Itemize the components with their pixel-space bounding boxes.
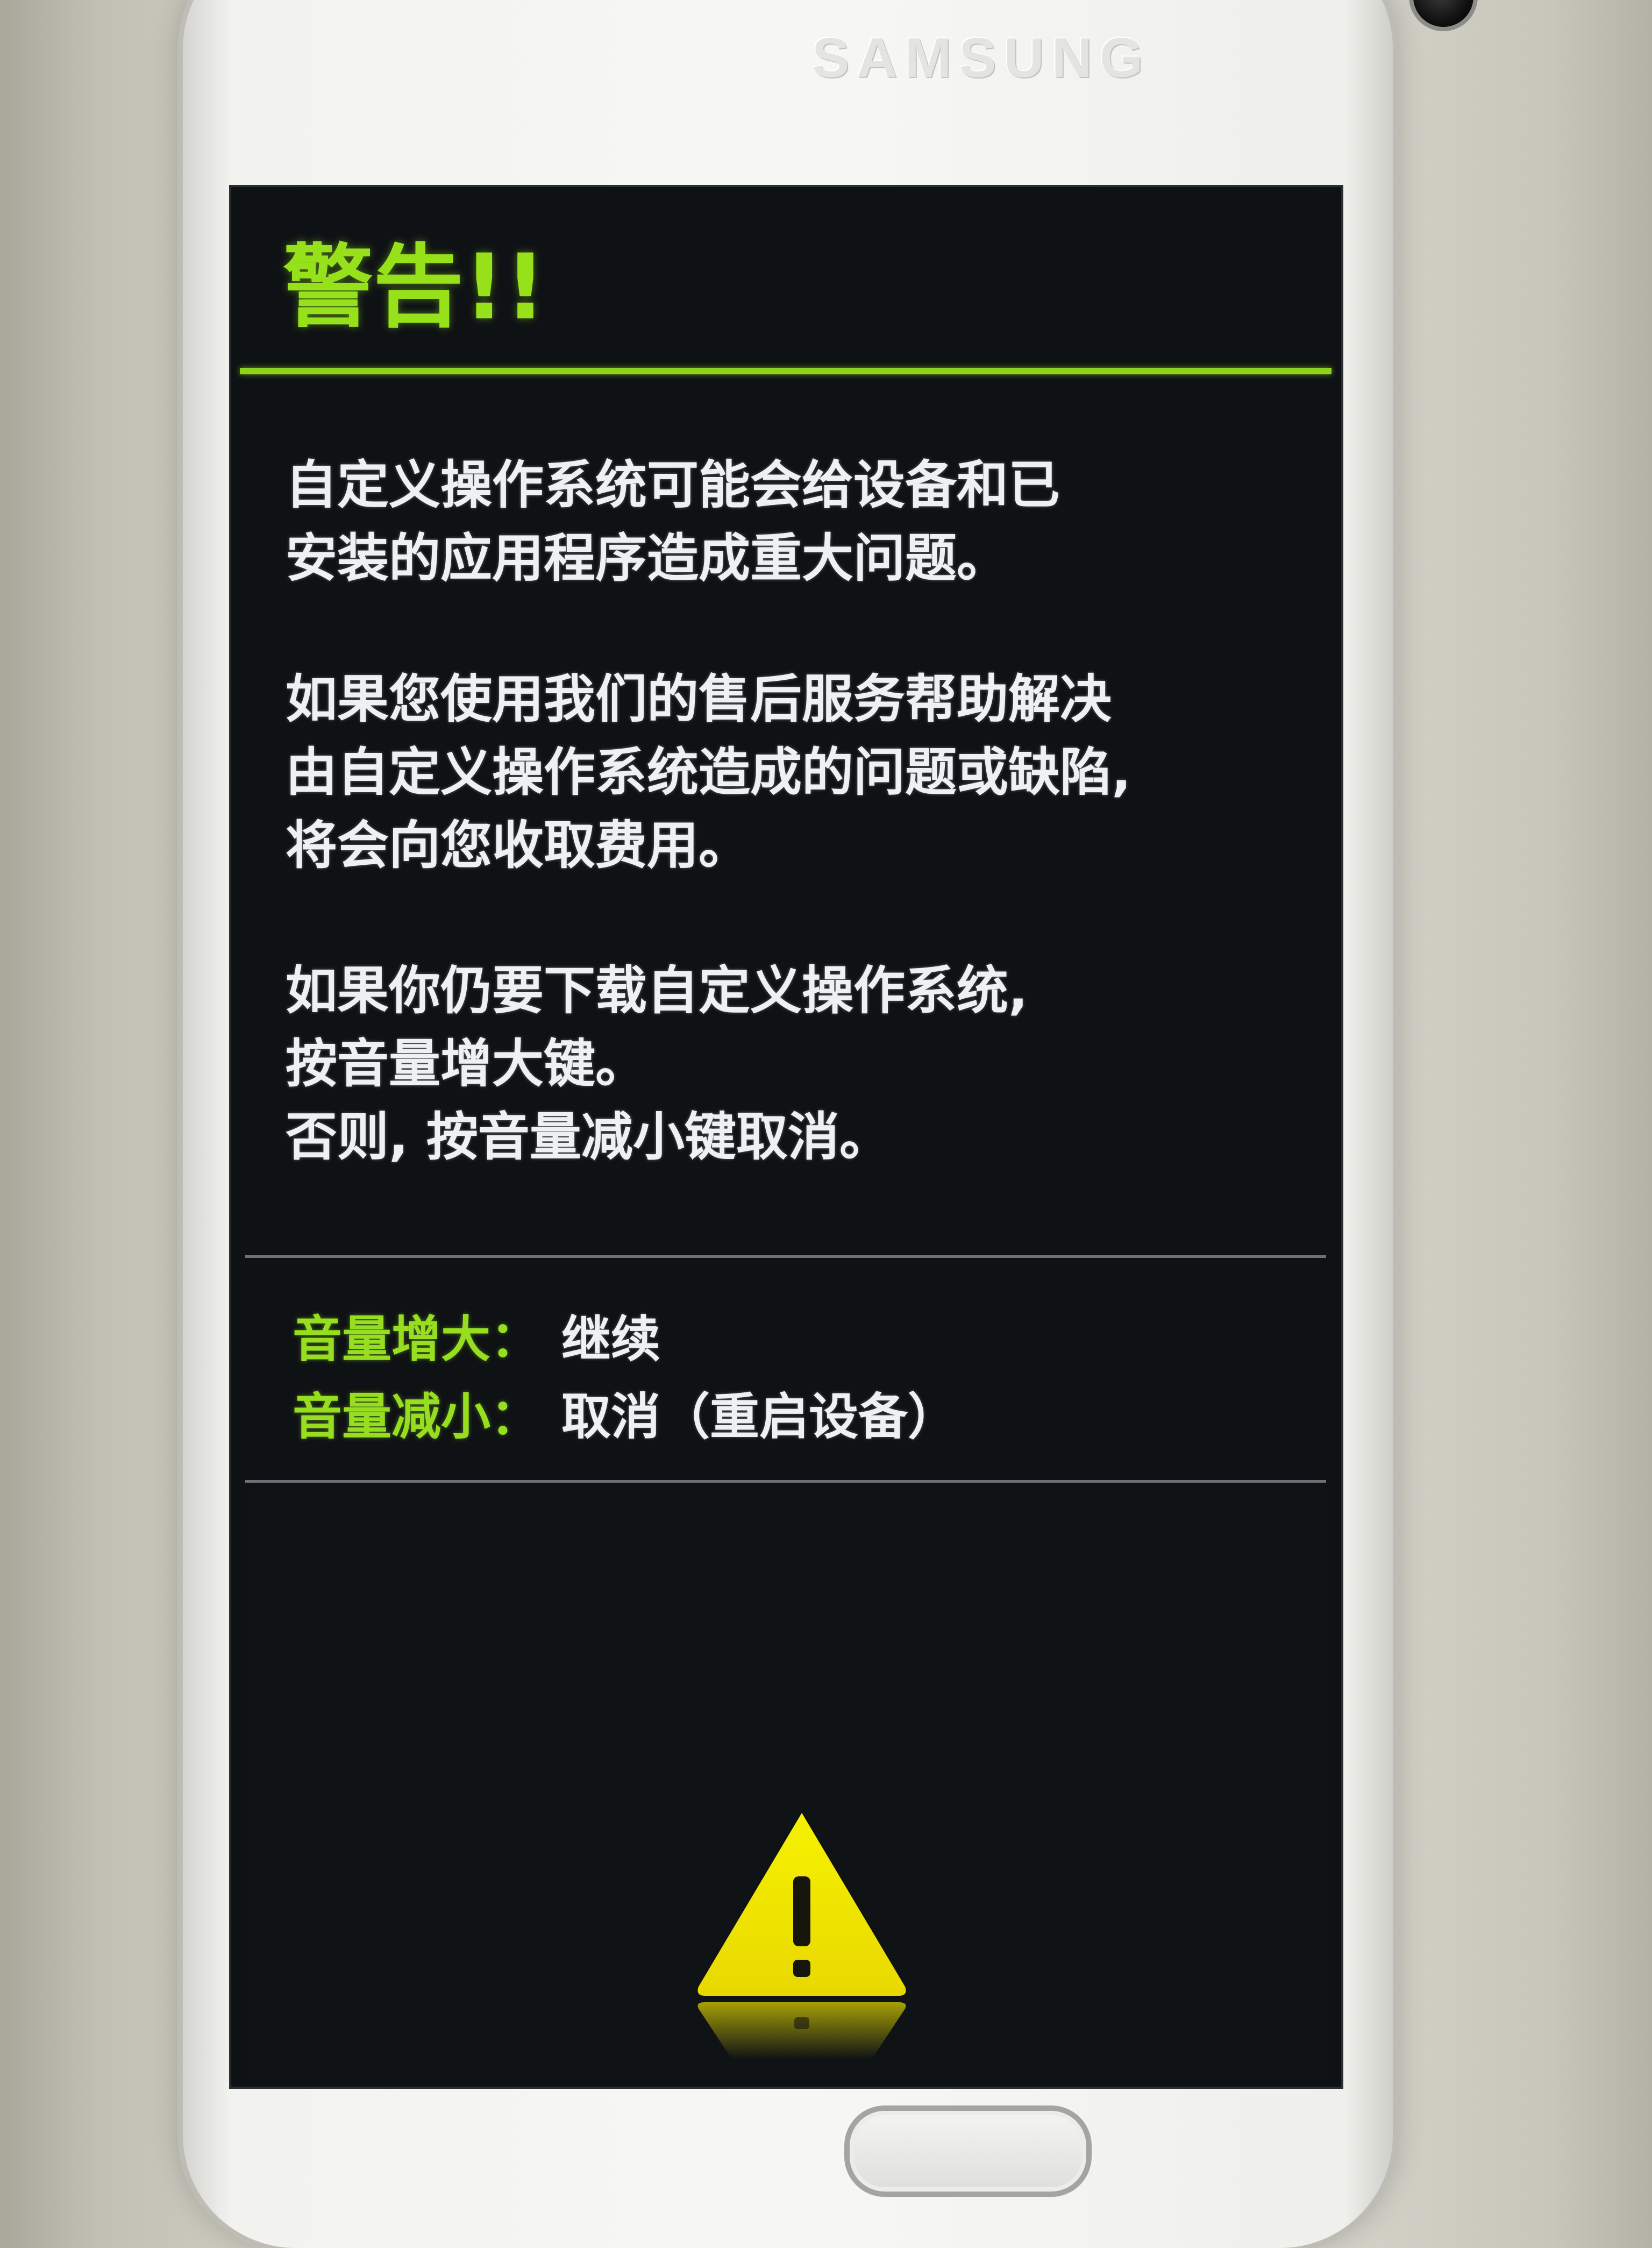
warning-message-2: 如果您使用我们的售后服务帮助解决 由自定义操作系统造成的问题或缺陷, 将会向您收… — [286, 663, 1340, 882]
volume-up-key-label: 音量增大： — [293, 1311, 540, 1368]
message-line: 如果你仍要下载自定义操作系统, — [286, 961, 1028, 1021]
message-line: 否则, 按音量减小键取消。 — [286, 1107, 891, 1167]
brand-logo: SAMSUNG — [812, 27, 1151, 89]
message-line: 将会向您收取费用。 — [286, 815, 750, 876]
message-line: 由自定义操作系统造成的问题或缺陷, — [286, 742, 1131, 802]
message-line: 如果您使用我们的售后服务帮助解决 — [286, 669, 1112, 729]
home-button[interactable] — [844, 2105, 1092, 2197]
warning-screen: 警告!! 自定义操作系统可能会给设备和已 安装的应用程序造成重大问题。 如果您使… — [229, 185, 1343, 2089]
divider — [245, 1480, 1326, 1483]
volume-down-option[interactable]: 音量减小： 取消（重启设备） — [293, 1378, 1314, 1456]
cancel-action: 取消（重启设备） — [561, 1388, 958, 1446]
divider — [245, 1255, 1326, 1258]
message-line: 自定义操作系统可能会给设备和已 — [286, 455, 1060, 515]
title-underline — [240, 368, 1331, 374]
front-camera — [1409, 0, 1478, 31]
message-line: 安装的应用程序造成重大问题。 — [286, 528, 1008, 588]
volume-controls: 音量增大： 继续 音量减小： 取消（重启设备） — [293, 1301, 1314, 1456]
volume-down-key-label: 音量减小： — [293, 1388, 540, 1446]
volume-up-option[interactable]: 音量增大： 继续 — [293, 1301, 1314, 1378]
warning-message-3: 如果你仍要下载自定义操作系统, 按音量增大键。 否则, 按音量减小键取消。 — [286, 954, 1340, 1173]
continue-action: 继续 — [561, 1311, 661, 1368]
warning-message-1: 自定义操作系统可能会给设备和已 安装的应用程序造成重大问题。 — [286, 449, 1340, 595]
warning-icon-area — [253, 1486, 1323, 2078]
warning-title: 警告!! — [283, 234, 546, 340]
message-line: 按音量增大键。 — [286, 1034, 647, 1094]
warning-triangle-icon — [697, 1813, 906, 2059]
